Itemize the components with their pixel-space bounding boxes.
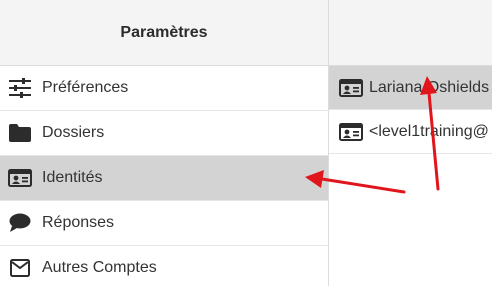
menu-item-label: Dossiers — [42, 124, 105, 141]
identity-label: Lariana Oshields — [369, 78, 490, 96]
id-card-icon — [339, 76, 363, 100]
menu-item-folders[interactable]: Dossiers — [0, 111, 328, 156]
sliders-icon — [8, 76, 32, 100]
menu-item-other-accounts[interactable]: Autres Comptes — [0, 246, 328, 286]
identities-panel: Lariana Oshields <level1training@ — [329, 0, 492, 286]
id-card-icon — [339, 120, 363, 144]
envelope-icon — [8, 256, 32, 280]
menu-item-label: Réponses — [42, 214, 115, 231]
settings-header: Paramètres — [0, 0, 328, 66]
folder-icon — [8, 121, 32, 145]
menu-item-preferences[interactable]: Préférences — [0, 66, 328, 111]
menu-item-label: Autres Comptes — [42, 259, 157, 276]
menu-item-identities[interactable]: Identités — [0, 156, 328, 201]
id-card-icon — [8, 166, 32, 190]
page-title: Paramètres — [120, 23, 208, 41]
menu-item-label: Identités — [42, 169, 103, 186]
menu-item-responses[interactable]: Réponses — [0, 201, 328, 246]
app-window: Paramètres Préférences Dossiers Identité… — [0, 0, 492, 286]
settings-menu: Préférences Dossiers Identités Réponses … — [0, 66, 328, 286]
identities-header — [329, 0, 492, 66]
speech-bubble-icon — [8, 211, 32, 235]
identity-label: <level1training@ — [369, 122, 489, 140]
menu-item-label: Préférences — [42, 79, 129, 96]
identity-item[interactable]: <level1training@ — [329, 110, 492, 154]
settings-panel: Paramètres Préférences Dossiers Identité… — [0, 0, 328, 286]
identity-item[interactable]: Lariana Oshields — [329, 66, 492, 110]
